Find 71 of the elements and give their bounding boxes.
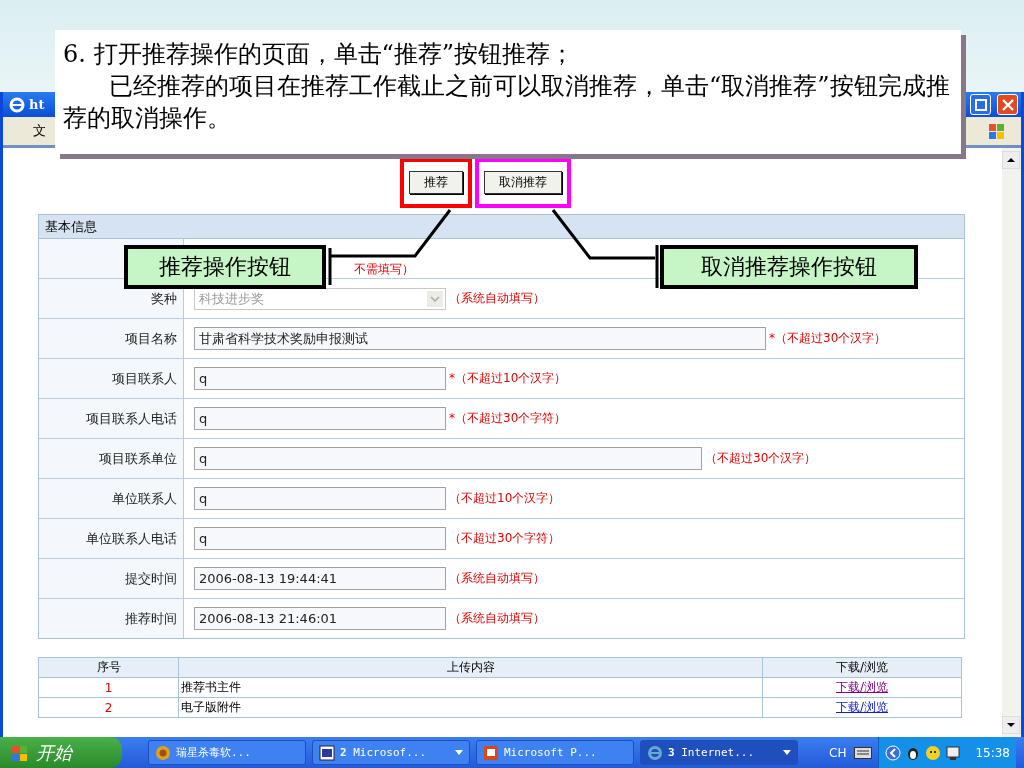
column-header: 下载/浏览 [834, 659, 889, 676]
field-label: 项目联系单位 [99, 449, 177, 468]
input-field[interactable]: q [194, 407, 446, 430]
field-hint: （不超过30个字符） [449, 530, 561, 547]
taskbar-button[interactable]: Microsoft P... [476, 740, 634, 765]
input-field[interactable]: 2006-08-13 21:46:01 [194, 607, 446, 630]
language-indicator[interactable]: CH [829, 745, 847, 760]
clock: 15:38 [975, 745, 1010, 760]
input-field[interactable]: 甘肃省科学技术奖励申报测试 [194, 327, 766, 350]
field-hint: *（不超过30个汉字） [769, 330, 887, 347]
table-cell: 1 [39, 678, 179, 697]
field-hint: （系统自动填写） [449, 290, 545, 307]
table-cell: 电子版附件 [179, 698, 763, 717]
download-link[interactable]: 下载/浏览 [835, 699, 888, 716]
input-field[interactable]: 2006-08-13 19:44:41 [194, 567, 446, 590]
field-label: 单位联系人 [112, 489, 177, 508]
field-hint: 不需填写） [354, 261, 414, 278]
input-field[interactable]: q [194, 527, 446, 550]
action-button[interactable]: 取消推荐 [483, 171, 562, 194]
scrollbar[interactable] [1002, 148, 1021, 737]
presentation-icon [483, 744, 499, 761]
input-field[interactable]: q [194, 447, 702, 470]
annotation-label: 取消推荐操作按钮 [660, 245, 918, 289]
keyboard-icon[interactable] [854, 746, 873, 759]
field-label: 项目名称 [125, 329, 177, 348]
instruction-text: 6. 打开推荐操作的页面，单击“推荐”按钮推荐； [63, 39, 576, 70]
field-label: 奖种 [151, 289, 177, 308]
caret-icon [455, 749, 463, 756]
windows-flag-icon [987, 121, 1007, 141]
field-hint: *（不超过30个字符） [449, 410, 567, 427]
browser-icon [9, 96, 25, 113]
document-icon [319, 744, 335, 761]
start-button[interactable]: 开始 [0, 737, 122, 768]
download-link[interactable]: 下载/浏览 [835, 679, 888, 696]
field-label: 项目联系人电话 [86, 409, 177, 428]
field-hint: （系统自动填写） [449, 570, 545, 587]
close-button[interactable] [997, 94, 1018, 115]
table-cell: 2 [39, 698, 179, 717]
instruction-text: 已经推荐的项目在推荐工作截止之前可以取消推荐，单击“取消推荐”按钮完成推荐的取消操作。 [63, 71, 951, 134]
field-label: 提交时间 [125, 569, 177, 588]
input-field[interactable]: q [194, 487, 446, 510]
field-hint: （不超过10个汉字） [449, 490, 561, 507]
monitor-icon[interactable] [945, 744, 962, 761]
scroll-down-button[interactable] [1002, 716, 1020, 734]
shield-icon [155, 744, 171, 761]
scroll-up-button[interactable] [1002, 151, 1020, 169]
field-label: 项目联系人 [112, 369, 177, 388]
input-field[interactable]: q [194, 367, 446, 390]
taskbar-button[interactable]: 2 Microsof... [312, 740, 470, 765]
section-header: 基本信息 [39, 215, 964, 239]
annotation-label: 推荐操作按钮 [124, 245, 326, 289]
close-icon [1001, 98, 1014, 111]
action-button[interactable]: 推荐 [408, 171, 463, 194]
browser-icon [647, 744, 663, 761]
taskbar-button[interactable]: 3 Internet... [640, 740, 798, 765]
field-label: 推荐时间 [125, 609, 177, 628]
tray-collapse-icon[interactable] [885, 744, 902, 761]
maximize-icon [974, 98, 987, 111]
field-hint: （系统自动填写） [449, 610, 545, 627]
table-cell: 推荐书主件 [179, 678, 763, 697]
caret-icon [783, 749, 791, 756]
column-header: 上传内容 [179, 658, 763, 677]
smiley-icon[interactable] [925, 744, 942, 761]
taskbar-button[interactable]: 瑞星杀毒软... [148, 740, 306, 765]
menu-item[interactable]: 文 [33, 122, 46, 140]
window-title: ht [29, 97, 45, 112]
maximize-button[interactable] [970, 94, 991, 115]
field-hint: *（不超过10个汉字） [449, 370, 567, 387]
column-header: 序号 [39, 658, 179, 677]
field-label: 单位联系人电话 [86, 529, 177, 548]
field-hint: （不超过30个汉字） [705, 450, 817, 467]
